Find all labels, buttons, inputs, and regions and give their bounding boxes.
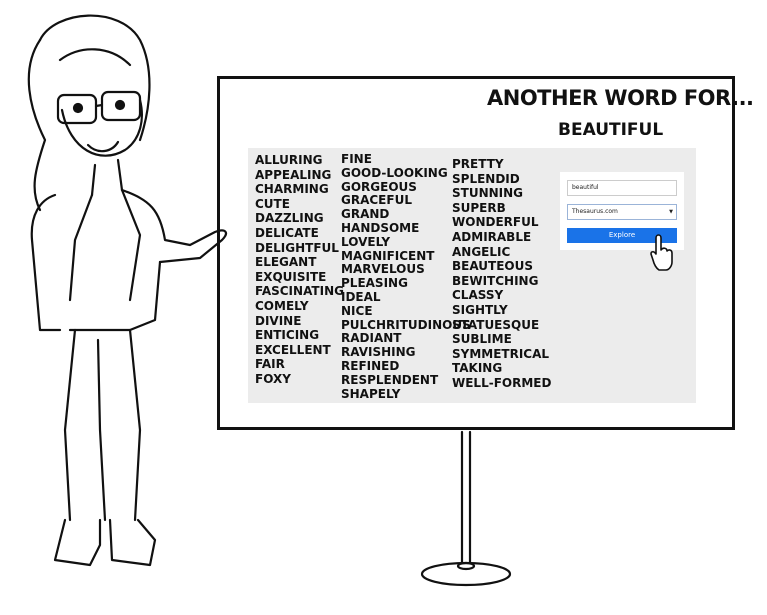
- hand-pointer-icon: [650, 234, 673, 271]
- illustration: ANOTHER WORD FOR... BEAUTIFUL ALLURING AP…: [0, 0, 767, 615]
